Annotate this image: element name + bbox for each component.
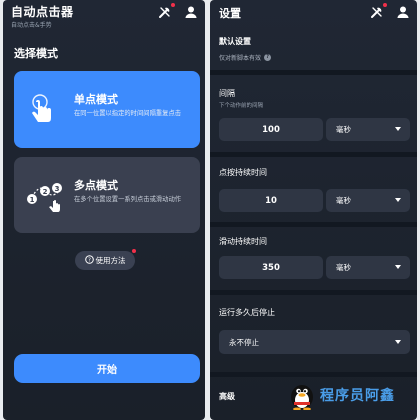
stop-after-label: 运行多久后停止 [219,308,275,317]
usage-instructions-button[interactable]: ? 使用方法 [75,249,136,270]
interval-sublabel: 下个动作前的间隔 [219,103,264,109]
click-duration-unit-select[interactable]: 毫秒 [326,189,410,212]
watermark-text: 程序员阿鑫 [320,388,395,404]
unit-value: 毫秒 [336,263,351,272]
app-subtitle: 自动点击&手势 [11,22,52,29]
group-title: 默认设置 [219,37,251,46]
settings-screen: 设置 默认设置 仅对新脚本有效 ? 间隔 下个动作前的间隔 100 毫秒 点按持 [210,0,417,420]
mode-title: 多点模式 [74,179,118,192]
click-duration-input[interactable]: 10 [219,189,323,212]
page-title: 设置 [219,7,241,20]
start-button[interactable]: 开始 [14,354,200,383]
svg-text:1: 1 [30,196,35,204]
help-icon: ? [84,255,94,266]
chevron-down-icon [395,127,401,131]
person-icon[interactable] [184,4,198,18]
chevron-down-icon [395,340,401,344]
header-actions [158,3,198,18]
click-duration-label: 点按持续时间 [219,168,267,177]
svg-text:3: 3 [55,185,60,193]
stop-after-value: 永不停止 [229,338,259,347]
swipe-duration-label: 滑动持续时间 [219,237,267,246]
interval-input[interactable]: 100 [219,118,323,141]
chevron-down-icon [395,265,401,269]
svg-text:2: 2 [43,188,48,196]
stop-after-select[interactable]: 永不停止 [219,330,410,354]
unit-value: 毫秒 [336,196,351,205]
swipe-duration-unit-select[interactable]: 毫秒 [326,256,410,279]
divider [210,372,417,377]
tap-finger-icon [26,91,60,131]
group-note: 仅对新脚本有效 ? [219,53,272,62]
app-title: 自动点击器 [11,5,74,19]
section-title: 选择模式 [14,47,58,60]
mode-description: 在同一位置以指定的时间间隔重复点击 [74,110,182,117]
usage-label: 使用方法 [95,256,126,265]
notification-badge [171,3,175,7]
penguin-logo-icon [291,385,313,410]
svg-text:?: ? [88,258,91,264]
header-actions [370,3,410,18]
interval-label: 间隔 [219,89,235,98]
person-icon[interactable] [396,4,410,18]
unit-value: 毫秒 [336,125,351,134]
single-point-mode-card[interactable]: 单点模式 在同一位置以指定的时间间隔重复点击 [14,71,200,148]
watermark: 程序员阿鑫 [288,380,395,410]
mode-title: 单点模式 [74,93,118,106]
mode-description: 在多个位置设置一系列点击或滑动动作 [74,196,182,203]
interval-unit-select[interactable]: 毫秒 [326,118,410,141]
help-icon[interactable]: ? [264,54,272,61]
divider [210,70,417,75]
multi-point-path-icon: 1 2 3 [26,177,66,217]
wrench-screwdriver-icon[interactable] [370,3,387,18]
divider [210,222,417,227]
swipe-duration-input[interactable]: 350 [219,256,323,279]
group-note-text: 仅对新脚本有效 [219,55,262,62]
multi-point-mode-card[interactable]: 1 2 3 多点模式 在多个位置设置一系列点击或滑动动作 [14,157,200,233]
mode-select-screen: 自动点击器 自动点击&手势 选择模式 单点模式 在同一位置以指定的时间间隔重复点… [3,0,205,420]
wrench-screwdriver-icon[interactable] [158,3,175,18]
chevron-down-icon [395,198,401,202]
advanced-section-title: 高级 [219,392,235,401]
notification-badge [132,249,136,253]
notification-badge [383,3,387,7]
divider [210,152,417,157]
divider [210,290,417,295]
